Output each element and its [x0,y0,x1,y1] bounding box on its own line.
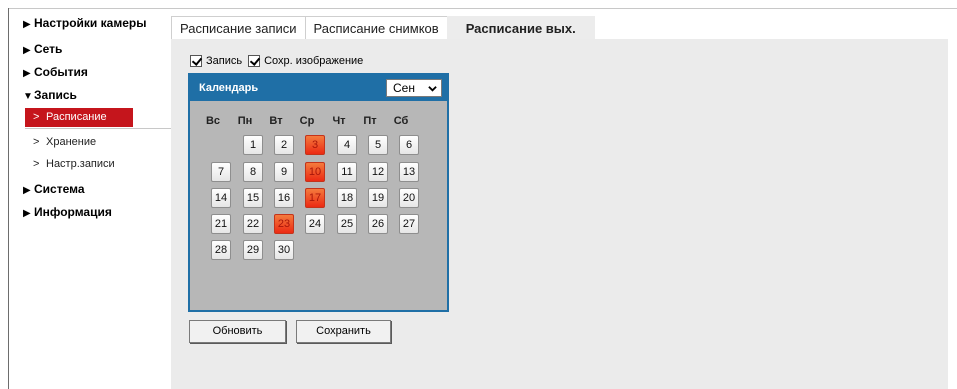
month-select[interactable]: Сен [386,79,442,97]
calendar-day[interactable]: 1 [243,135,263,155]
calendar-day[interactable]: 5 [368,135,388,155]
sidebar-subitem-schedule[interactable]: > Расписание [25,108,133,127]
calendar-day[interactable]: 30 [274,240,294,260]
calendar-day[interactable]: 14 [211,188,231,208]
sidebar-item-label: Запись [34,88,77,102]
calendar-day[interactable]: 9 [274,162,294,182]
calendar-day[interactable]: 26 [368,214,388,234]
sidebar: ▶ Настройки камеры ▶ Сеть ▶ События ▼Запись… [9,9,174,389]
sidebar-item-recording[interactable]: ▼Запись [23,87,77,103]
tab-holiday-schedule[interactable]: Расписание вых. [446,16,595,39]
weekday-header: Сб [393,115,409,127]
triangle-right-icon: ▶ [23,19,31,30]
calendar-day[interactable]: 3 [305,135,325,155]
calendar-day[interactable]: 17 [305,188,325,208]
triangle-down-icon: ▼ [23,91,33,102]
sidebar-item-label: Система [34,182,85,196]
calendar-day[interactable]: 19 [368,188,388,208]
calendar-day[interactable]: 23 [274,214,294,234]
sidebar-item-system[interactable]: ▶ Система [23,181,85,197]
weekday-header: Вт [269,115,283,127]
calendar-day[interactable]: 10 [305,162,325,182]
weekday-header: Ср [299,115,315,127]
weekday-header: Чт [332,115,346,127]
calendar-day[interactable]: 6 [399,135,419,155]
triangle-right-icon: ▶ [23,45,31,56]
calendar-day[interactable]: 29 [243,240,263,260]
weekday-header: Пн [237,115,253,127]
calendar-day[interactable]: 25 [337,214,357,234]
chevron-right-icon: > [33,136,40,148]
calendar-day[interactable]: 28 [211,240,231,260]
chevron-down-icon [428,86,437,92]
calendar-day[interactable]: 4 [337,135,357,155]
calendar-day[interactable]: 27 [399,214,419,234]
sidebar-item-label: Сеть [34,42,63,56]
tab-record-schedule[interactable]: Расписание записи [171,16,306,39]
sidebar-item-camera-settings[interactable]: ▶ Настройки камеры [23,15,146,31]
calendar-day[interactable]: 7 [211,162,231,182]
save-image-checkbox[interactable] [248,55,261,67]
chevron-right-icon: > [33,158,40,170]
sidebar-subitem-record-settings[interactable]: > Настр.записи [33,156,115,172]
calendar-title: Календарь [199,82,259,94]
record-checkbox-label: Запись [206,55,243,67]
weekday-header: Вс [205,115,221,127]
sidebar-item-events[interactable]: ▶ События [23,64,88,80]
triangle-right-icon: ▶ [23,208,31,219]
calendar-day[interactable]: 11 [337,162,357,182]
save-button[interactable]: Сохранить [296,320,391,343]
calendar-day[interactable]: 13 [399,162,419,182]
sidebar-item-label: Информация [34,205,112,219]
sidebar-subitem-label: Расписание [46,111,107,123]
chevron-right-icon: > [33,111,40,123]
sidebar-item-network[interactable]: ▶ Сеть [23,41,62,57]
calendar: Календарь Сен Вс Пн Вт Ср Чт Пт Сб 1 2 3 4 5 6 7 8 9 10 1… [188,73,449,312]
sidebar-divider [25,128,174,129]
tab-bar: Расписание записи Расписание снимков Рас… [171,16,595,39]
record-checkbox[interactable] [190,55,202,67]
sidebar-subitem-label: Настр.записи [46,158,115,170]
sidebar-item-label: Настройки камеры [34,16,147,30]
sidebar-item-label: События [34,65,88,79]
calendar-day[interactable]: 18 [337,188,357,208]
calendar-day[interactable]: 20 [399,188,419,208]
refresh-button[interactable]: Обновить [189,320,286,343]
calendar-day[interactable]: 2 [274,135,294,155]
calendar-day[interactable]: 16 [274,188,294,208]
month-select-value: Сен [393,81,415,95]
sidebar-subitem-storage[interactable]: > Хранение [33,134,96,150]
calendar-header: Календарь Сен [190,75,447,101]
calendar-day[interactable]: 24 [305,214,325,234]
tab-snapshot-schedule[interactable]: Расписание снимков [304,16,448,39]
sidebar-item-information[interactable]: ▶ Информация [23,204,112,220]
triangle-right-icon: ▶ [23,68,31,79]
save-image-checkbox-label: Сохр. изображение [264,55,364,67]
checkbox-row: Запись Сохр. изображение [190,53,369,69]
calendar-day[interactable]: 22 [243,214,263,234]
calendar-day[interactable]: 12 [368,162,388,182]
calendar-day[interactable]: 21 [211,214,231,234]
calendar-day[interactable]: 15 [243,188,263,208]
calendar-day[interactable]: 8 [243,162,263,182]
sidebar-subitem-label: Хранение [46,136,97,148]
weekday-header: Пт [363,115,377,127]
triangle-right-icon: ▶ [23,185,31,196]
